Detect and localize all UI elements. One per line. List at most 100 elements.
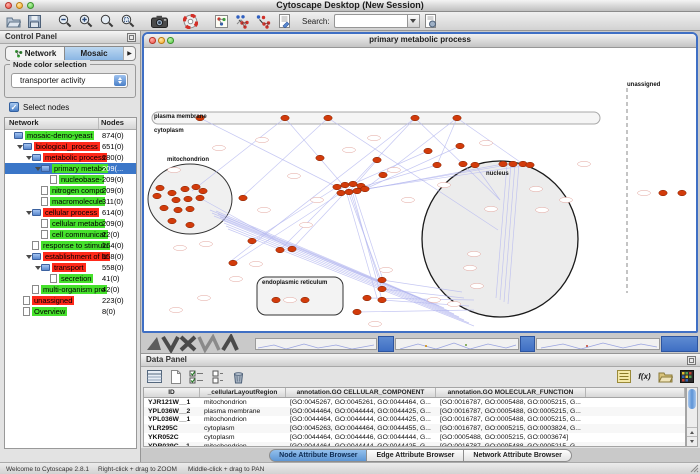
tree-row[interactable]: establishment of lo558(0) <box>5 251 136 262</box>
network-node[interactable] <box>378 286 386 292</box>
tree-row[interactable]: unassigned223(0) <box>5 295 136 306</box>
network-edge[interactable] <box>347 194 377 298</box>
tree-row[interactable]: cell communicat22(0) <box>5 229 136 240</box>
open-icon[interactable] <box>3 13 23 30</box>
table-cell[interactable]: [GO:0045267, GO:0045261, GO:0044464, G..… <box>286 399 436 406</box>
zoom-out-icon[interactable] <box>55 13 75 30</box>
tree-row[interactable]: metabolic process280(0) <box>5 152 136 163</box>
network-graph[interactable] <box>144 48 696 333</box>
network-node[interactable] <box>160 205 168 211</box>
table-cell[interactable]: YLR295C <box>144 425 200 432</box>
tree-column-network[interactable]: Network <box>5 118 98 129</box>
network-edge[interactable] <box>280 185 345 250</box>
search-input[interactable] <box>334 14 407 28</box>
network-node[interactable] <box>156 185 164 191</box>
network-node[interactable] <box>456 143 464 149</box>
tree-row[interactable]: mosaic-demo-yeast874(0) <box>5 130 136 141</box>
table-cell[interactable]: [GO:0016787, GO:0005488, GO:0005215, G..… <box>436 399 586 406</box>
network-edge[interactable] <box>241 118 328 198</box>
tree-row[interactable]: secretion41(0) <box>5 273 136 284</box>
background-window-sliver[interactable] <box>255 338 377 350</box>
network-node[interactable] <box>199 188 207 194</box>
table-cell[interactable]: [GO:0044464, GO:0044444, GO:0044425, G..… <box>286 408 436 415</box>
network-node[interactable] <box>172 197 180 203</box>
network-node[interactable] <box>281 115 289 121</box>
layout-attribute-icon[interactable] <box>253 13 273 30</box>
formula-icon[interactable]: f(x) <box>636 369 653 385</box>
network-node[interactable] <box>248 238 256 244</box>
network-node[interactable] <box>379 172 387 178</box>
attribute-table-icon[interactable] <box>146 369 163 385</box>
table-row[interactable]: YPL036W__1mitochondrion[GO:0044464, GO:0… <box>144 416 685 425</box>
background-window-edge[interactable] <box>661 336 698 352</box>
background-window-edge[interactable] <box>378 336 394 352</box>
tree-expander-icon[interactable] <box>25 156 32 160</box>
network-node[interactable] <box>378 297 386 303</box>
table-cell[interactable]: [GO:0016787, GO:0005488, GO:0005215, G..… <box>436 408 586 415</box>
tree-row[interactable]: macromolecule311(0) <box>5 196 136 207</box>
column-header[interactable]: annotation.GO MOLECULAR_FUNCTION <box>436 388 586 397</box>
network-canvas[interactable]: plasma membrane cytoplasm mitochondrion … <box>144 48 696 333</box>
network-node[interactable] <box>378 277 386 283</box>
tab-edge-attribute-browser[interactable]: Edge Attribute Browser <box>367 449 464 462</box>
tree-header[interactable]: Network Nodes <box>5 118 136 130</box>
table-row[interactable]: YDR039C__1mitochondrion[GO:0044464, GO:0… <box>144 442 685 447</box>
tree-row[interactable]: transport558(0) <box>5 262 136 273</box>
table-cell[interactable]: YKR052C <box>144 434 200 441</box>
scrollbar-thumb[interactable] <box>688 389 696 409</box>
network-edge[interactable] <box>252 187 337 241</box>
table-cell[interactable]: [GO:0044464, GO:0044444, GO:0044425, G..… <box>286 416 436 423</box>
network-node[interactable] <box>186 222 194 228</box>
table-cell[interactable]: [GO:0045263, GO:0044464, GO:0044455, G..… <box>286 425 436 432</box>
network-node[interactable] <box>316 155 324 161</box>
table-cell[interactable]: YDR039C__1 <box>144 443 200 447</box>
table-cell[interactable]: YPL036W__2 <box>144 408 200 415</box>
resize-grip[interactable] <box>689 463 699 473</box>
network-node[interactable] <box>239 195 247 201</box>
tree-row[interactable]: nitrogen compo209(0) <box>5 185 136 196</box>
node-color-dropdown[interactable]: transporter activity <box>11 73 128 88</box>
attribute-list-icon[interactable] <box>615 369 632 385</box>
network-node[interactable] <box>192 184 200 190</box>
network-node[interactable] <box>411 115 419 121</box>
table-cell[interactable]: [GO:0016787, GO:0005215, GO:0003824, G..… <box>436 425 586 432</box>
select-attributes-icon[interactable] <box>188 369 205 385</box>
zoom-in-icon[interactable] <box>76 13 96 30</box>
save-icon[interactable] <box>24 13 44 30</box>
titlebar[interactable]: Cytoscape Desktop (New Session) <box>0 0 700 12</box>
zoom-fit-icon[interactable] <box>97 13 117 30</box>
table-cell[interactable]: mitochondrion <box>200 399 286 406</box>
view-network-icon[interactable] <box>211 13 231 30</box>
tab-node-attribute-browser[interactable]: Node Attribute Browser <box>269 449 367 462</box>
float-panel-icon[interactable] <box>127 33 136 42</box>
network-node[interactable] <box>153 193 161 199</box>
table-cell[interactable]: [GO:0044464, GO:0044444, GO:0044425, G..… <box>286 443 436 447</box>
network-node[interactable] <box>181 186 189 192</box>
network-node[interactable] <box>276 247 284 253</box>
close-button[interactable] <box>5 2 12 9</box>
tab-scroll-right-icon[interactable]: ▶ <box>123 47 135 60</box>
network-edge[interactable] <box>437 118 457 165</box>
search-config-icon[interactable] <box>421 13 441 30</box>
table-row[interactable]: YKR052Ccytoplasm[GO:0044464, GO:0044446,… <box>144 433 685 442</box>
attribute-matrix-icon[interactable] <box>678 369 695 385</box>
tree-row[interactable]: nucleobase-209(0) <box>5 174 136 185</box>
tree-row[interactable]: cellular metabo209(0) <box>5 218 136 229</box>
table-cell[interactable]: mitochondrion <box>200 443 286 447</box>
scroll-down-icon[interactable] <box>687 436 697 446</box>
background-window-sliver[interactable] <box>395 338 519 350</box>
network-node[interactable] <box>459 161 467 167</box>
network-node[interactable] <box>301 297 309 303</box>
network-view-window[interactable]: primary metabolic process plasma membran… <box>142 32 698 333</box>
network-node[interactable] <box>349 181 357 187</box>
network-node[interactable] <box>337 190 345 196</box>
network-node[interactable] <box>509 161 517 167</box>
tree-expander-icon[interactable] <box>25 255 32 259</box>
table-cell[interactable]: [GO:0044464, GO:0044446, GO:0044444, G..… <box>286 434 436 441</box>
tab-network[interactable]: Network <box>6 47 64 60</box>
table-cell[interactable]: [GO:0016787, GO:0005488, GO:0005215, G..… <box>436 443 586 447</box>
new-attribute-icon[interactable] <box>167 369 184 385</box>
network-node[interactable] <box>453 115 461 121</box>
network-node[interactable] <box>353 309 361 315</box>
table-row[interactable]: YJR121W__1mitochondrion[GO:0045267, GO:0… <box>144 398 685 407</box>
